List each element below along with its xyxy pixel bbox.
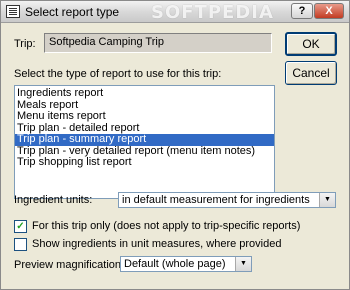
watermark: SOFTPEDIA	[151, 2, 274, 23]
unit-measures-label: Show ingredients in unit measures, where…	[32, 238, 282, 250]
window-title: Select report type	[25, 5, 120, 19]
report-list-instruction: Select the type of report to use for thi…	[14, 68, 222, 80]
close-button[interactable]: X	[314, 3, 344, 19]
report-list-item[interactable]: Trip plan - summary report	[15, 133, 274, 146]
report-icon	[6, 5, 20, 18]
cancel-button[interactable]: Cancel	[285, 61, 337, 85]
preview-magnification-select[interactable]: Default (whole page) ▼	[120, 256, 252, 272]
preview-magnification-value: Default (whole page)	[124, 258, 226, 270]
trip-name-value: Softpedia Camping Trip	[49, 36, 164, 48]
unit-measures-checkbox[interactable]	[14, 238, 27, 251]
chevron-down-icon[interactable]: ▼	[319, 193, 335, 207]
report-list-item[interactable]: Menu items report	[15, 110, 274, 123]
ingredient-units-label: Ingredient units:	[14, 194, 93, 206]
ok-button[interactable]: OK	[285, 32, 337, 56]
ingredient-units-value: in default measurement for ingredients	[122, 194, 310, 206]
checkmark-icon: ✓	[16, 221, 25, 232]
report-list-item[interactable]: Ingredients report	[15, 87, 274, 100]
this-trip-only-checkbox[interactable]: ✓	[14, 220, 27, 233]
trip-name-field: Softpedia Camping Trip	[44, 33, 272, 53]
ingredient-units-select[interactable]: in default measurement for ingredients ▼	[118, 192, 336, 208]
trip-label: Trip:	[14, 38, 36, 50]
this-trip-only-label: For this trip only (does not apply to tr…	[32, 220, 301, 232]
title-bar[interactable]: Select report type SOFTPEDIA ? X	[1, 1, 349, 23]
chevron-down-icon[interactable]: ▼	[235, 257, 251, 271]
preview-magnification-label: Preview magnification:	[14, 259, 125, 271]
report-list-item[interactable]: Trip shopping list report	[15, 156, 274, 169]
help-button[interactable]: ?	[291, 3, 313, 19]
report-type-list[interactable]: Ingredients report Meals report Menu items…	[14, 85, 275, 199]
dialog-window: Select report type SOFTPEDIA ? X Trip: S…	[0, 0, 350, 290]
